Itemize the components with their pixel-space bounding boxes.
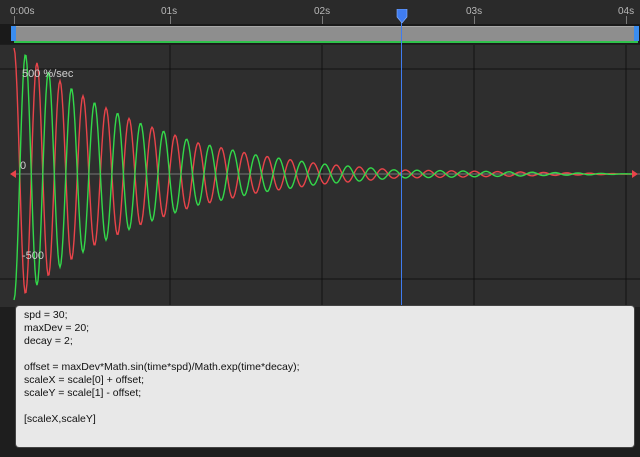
code-line: scaleY = scale[1] - offset; — [24, 387, 142, 399]
work-area-end-handle[interactable] — [634, 26, 639, 41]
code-line: offset = maxDev*Math.sin(time*spd)/Math.… — [24, 361, 300, 373]
keyframe-end-marker — [632, 170, 638, 178]
y-axis-bottom-label: -500 — [22, 250, 45, 262]
code-line: [scaleX,scaleY] — [24, 413, 96, 425]
ruler-major-tick — [322, 16, 323, 24]
current-time-indicator-line[interactable] — [401, 20, 402, 307]
y-axis-top-label: 500 %/sec — [22, 68, 74, 80]
ruler-major-tick — [14, 16, 15, 24]
ruler-major-tick — [626, 16, 627, 24]
code-line: scaleX = scale[0] + offset; — [24, 374, 145, 386]
code-line: spd = 30; — [24, 309, 68, 321]
graph-editor[interactable]: 500 %/sec 0 -500 — [0, 45, 640, 307]
red-speed-curve — [13, 47, 637, 294]
code-line: decay = 2; — [24, 335, 73, 347]
ruler-major-tick — [170, 16, 171, 24]
time-ruler[interactable]: 0:00s 01s 02s 03s 04s — [0, 0, 640, 25]
y-axis-zero-label: 0 — [20, 160, 27, 172]
code-line: maxDev = 20; — [24, 322, 90, 334]
keyframe-start-marker — [10, 170, 16, 178]
work-area-green-line — [14, 41, 638, 43]
speed-graph — [0, 45, 640, 307]
playhead-icon[interactable] — [396, 9, 408, 23]
expression-editor[interactable]: spd = 30; maxDev = 20; decay = 2; offset… — [16, 306, 634, 447]
green-speed-curve — [13, 54, 637, 301]
work-area-bar[interactable] — [0, 24, 640, 44]
work-area-start-handle[interactable] — [11, 26, 16, 41]
ruler-major-tick — [474, 16, 475, 24]
work-area-range[interactable] — [14, 26, 638, 41]
